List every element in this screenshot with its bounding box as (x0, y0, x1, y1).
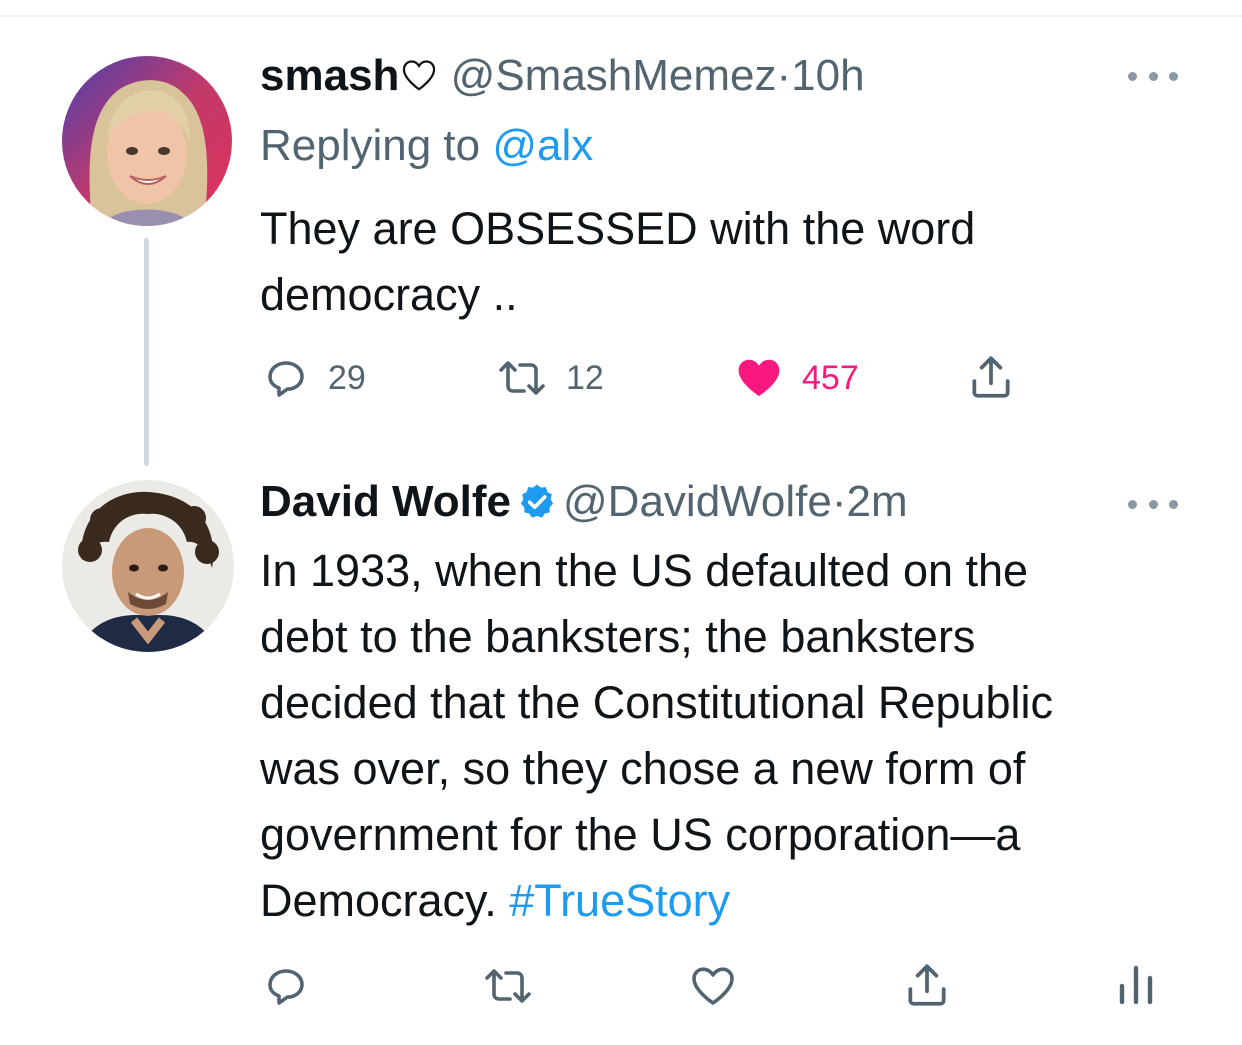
reply-button[interactable]: 29 (262, 354, 366, 402)
like-button[interactable] (688, 962, 756, 1010)
retweet-count: 12 (566, 359, 604, 397)
avatar-smash-image (62, 56, 232, 226)
heart-emoji-icon (400, 54, 438, 106)
share-icon (908, 964, 946, 1006)
thread-connector-line (144, 238, 149, 466)
separator-dot: · (831, 477, 847, 526)
reply-icon (268, 969, 304, 1005)
tweet-body: In 1933, when the US defaulted on the de… (260, 545, 1054, 926)
share-icon (972, 356, 1010, 398)
replying-to: Replying to @alx (260, 120, 593, 172)
share-button[interactable] (966, 352, 1016, 402)
tweet-header: smash @SmashMemez·10h (260, 50, 865, 106)
heart-icon (738, 359, 780, 396)
top-divider (0, 15, 1242, 17)
timestamp[interactable]: 2m (847, 477, 908, 526)
tweet-header: David Wolfe @DavidWolfe·2m (260, 476, 908, 534)
timestamp[interactable]: 10h (791, 51, 864, 100)
share-button[interactable] (902, 960, 952, 1010)
verified-badge-icon (517, 482, 557, 534)
hashtag-link[interactable]: #TrueStory (509, 875, 730, 926)
more-icon[interactable] (1128, 494, 1178, 514)
retweet-button[interactable]: 12 (496, 354, 604, 402)
display-name[interactable]: David Wolfe (260, 477, 511, 526)
like-button[interactable]: 457 (734, 354, 859, 402)
avatar-david-image (62, 480, 234, 652)
tweet-text: In 1933, when the US defaulted on the de… (260, 538, 1053, 934)
tweet-text: They are OBSESSED with the word democrac… (260, 203, 976, 320)
reply-count: 29 (328, 359, 366, 397)
replying-handle-link[interactable]: @alx (492, 121, 593, 170)
reply-button[interactable] (262, 962, 328, 1010)
retweet-icon (485, 969, 531, 1003)
separator-dot: · (776, 51, 792, 100)
avatar[interactable] (62, 56, 232, 226)
display-name[interactable]: smash (260, 51, 399, 100)
user-handle[interactable]: @DavidWolfe (563, 477, 832, 526)
replying-prefix: Replying to (260, 121, 481, 170)
like-count: 457 (802, 359, 859, 397)
retweet-icon (499, 361, 545, 395)
retweet-button[interactable] (482, 962, 552, 1010)
more-icon[interactable] (1128, 66, 1178, 86)
analytics-button[interactable] (1116, 960, 1156, 1008)
avatar[interactable] (62, 480, 234, 652)
heart-icon (692, 967, 734, 1005)
user-handle[interactable]: @SmashMemez (451, 51, 777, 100)
reply-icon (268, 361, 304, 397)
analytics-icon (1119, 965, 1153, 1005)
